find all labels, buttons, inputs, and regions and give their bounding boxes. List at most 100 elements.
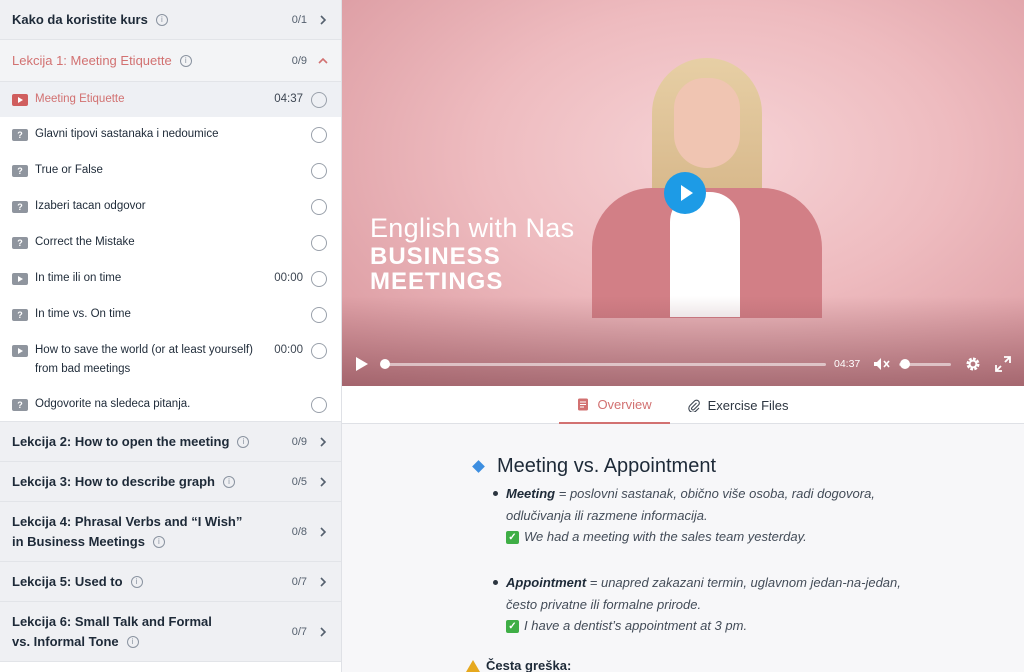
section-progress: 0/7 [291,575,307,588]
lesson-title: Meeting Etiquette [35,93,125,105]
diamond-icon [472,459,485,473]
brand-line-1: English with Nas [370,213,575,243]
document-icon [578,398,589,410]
section-title: Lekcija 4: Phrasal Verbs and “I Wish” in… [12,513,243,549]
video-duration: 04:37 [834,358,861,370]
tab-label: Exercise Files [707,397,789,413]
seek-bar[interactable] [380,358,826,369]
section-header-lesson-1[interactable]: Lekcija 1: Meeting Etiquette i 0/9 [0,40,341,82]
brand-line-2: BUSINESS [370,243,501,270]
lesson-item[interactable]: ? Izaberi tacan odgovor [0,189,341,225]
video-lesson-icon [12,273,28,285]
quiz-lesson-icon: ? [12,237,28,249]
definition-list: Meeting = poslovni sastanak, obično više… [493,483,912,526]
lesson-duration: 04:37 [274,93,303,105]
video-lesson-icon [12,345,28,357]
warning-icon [466,659,480,672]
chevron-right-icon[interactable] [317,576,329,588]
example-sentence: ✓ I have a dentist’s appointment at 3 pm. [506,615,912,637]
section-header-lesson-3[interactable]: Lekcija 3: How to describe graph i 0/5 [0,462,341,502]
info-icon[interactable]: i [155,14,168,27]
info-icon[interactable]: i [223,476,235,489]
play-icon[interactable] [354,356,368,372]
lesson-item[interactable]: Meeting Etiquette 04:37 [0,82,341,117]
gear-icon[interactable] [965,356,981,372]
volume-slider[interactable] [899,358,951,369]
lesson-title: True or False [35,164,103,176]
fullscreen-icon[interactable] [995,356,1011,372]
lesson-item[interactable]: ? True or False [0,153,341,189]
seek-handle[interactable] [380,358,390,369]
lesson-title: How to save the world (or at least yours… [35,344,253,375]
lesson-item[interactable]: How to save the world (or at least yours… [0,333,341,387]
info-icon[interactable]: i [152,536,165,549]
example-sentence: ✓ We had a meeting with the sales team ye… [506,526,912,548]
checkmark-icon: ✓ [506,530,519,544]
big-play-button[interactable] [664,172,706,214]
completion-circle-icon[interactable] [311,163,327,179]
lesson-title: Odgovorite na sledeca pitanja. [35,398,191,410]
completion-circle-icon[interactable] [311,235,327,251]
completion-circle-icon[interactable] [311,343,327,359]
definition: = poslovni sastanak, obično više osoba, … [506,486,875,523]
section-title: Lekcija 5: Used to [12,573,123,589]
section-title: Lekcija 3: How to describe graph [12,473,215,489]
section-header-lesson-2[interactable]: Lekcija 2: How to open the meeting i 0/9 [0,422,341,462]
lesson-title: Izaberi tacan odgovor [35,200,146,212]
info-icon[interactable]: i [237,436,250,449]
section-progress: 0/1 [291,13,307,26]
brand-line-3: MEETINGS [370,268,504,295]
chevron-right-icon[interactable] [317,14,329,26]
section-header-lesson-4[interactable]: Lekcija 4: Phrasal Verbs and “I Wish” in… [0,502,341,562]
completion-circle-icon[interactable] [311,92,327,108]
quiz-lesson-icon: ? [12,309,28,321]
chevron-right-icon[interactable] [317,626,329,638]
info-icon[interactable]: i [126,636,139,649]
section-progress: 0/9 [291,435,307,448]
lesson-item[interactable]: In time ili on time 00:00 [0,261,341,297]
video-lesson-icon [12,94,28,106]
lesson-duration: 00:00 [274,344,303,356]
info-icon[interactable]: i [179,55,192,68]
quiz-lesson-icon: ? [12,399,28,411]
section-title: Lekcija 6: Small Talk and Formal vs. Inf… [12,613,212,649]
chevron-right-icon[interactable] [317,476,329,488]
list-item: Meeting = poslovni sastanak, obično više… [493,483,912,526]
quiz-lesson-icon: ? [12,201,28,213]
completion-circle-icon[interactable] [311,397,327,413]
chevron-right-icon[interactable] [317,526,329,538]
term: Meeting [506,486,556,501]
content-tabs: Overview Exercise Files [342,386,1024,424]
definition-list: Appointment = unapred zakazani termin, u… [493,572,912,615]
section-header-lesson-6[interactable]: Lekcija 6: Small Talk and Formal vs. Inf… [0,602,341,662]
lesson-item[interactable]: ? Glavni tipovi sastanaka i nedoumice [0,117,341,153]
lesson-title: Glavni tipovi sastanaka i nedoumice [35,128,219,140]
volume-handle[interactable] [900,358,911,369]
lesson-title: In time vs. On time [35,308,131,320]
completion-circle-icon[interactable] [311,127,327,143]
checkmark-icon: ✓ [506,619,519,633]
muted-speaker-icon[interactable] [873,356,891,372]
tab-overview[interactable]: Overview [559,386,670,424]
list-item: Appointment = unapred zakazani termin, u… [493,572,912,615]
chevron-up-icon[interactable] [317,55,329,67]
lesson-list: Meeting Etiquette 04:37 ? Glavni tipovi … [0,82,341,422]
lesson-item[interactable]: ? Odgovorite na sledeca pitanja. [0,387,341,421]
section-header-lesson-5[interactable]: Lekcija 5: Used to i 0/7 [0,562,341,602]
chevron-right-icon[interactable] [317,436,329,448]
section-progress: 0/9 [291,54,307,67]
tab-exercise-files[interactable]: Exercise Files [670,386,807,424]
lesson-overview: Meeting vs. Appointment Meeting = poslov… [342,424,1024,672]
overview-heading: Meeting vs. Appointment [472,454,912,478]
completion-circle-icon[interactable] [311,199,327,215]
completion-circle-icon[interactable] [311,271,327,287]
completion-circle-icon[interactable] [311,307,327,323]
section-header-how-to-use[interactable]: Kako da koristite kurs i 0/1 [0,0,341,40]
quiz-lesson-icon: ? [12,129,28,141]
video-player[interactable]: English with Nas BUSINESS MEETINGS 04:37 [342,0,1024,386]
lesson-item[interactable]: ? In time vs. On time [0,297,341,333]
lesson-item[interactable]: ? Correct the Mistake [0,225,341,261]
tab-label: Overview [597,396,652,412]
section-progress: 0/5 [291,475,307,488]
info-icon[interactable]: i [130,576,143,589]
